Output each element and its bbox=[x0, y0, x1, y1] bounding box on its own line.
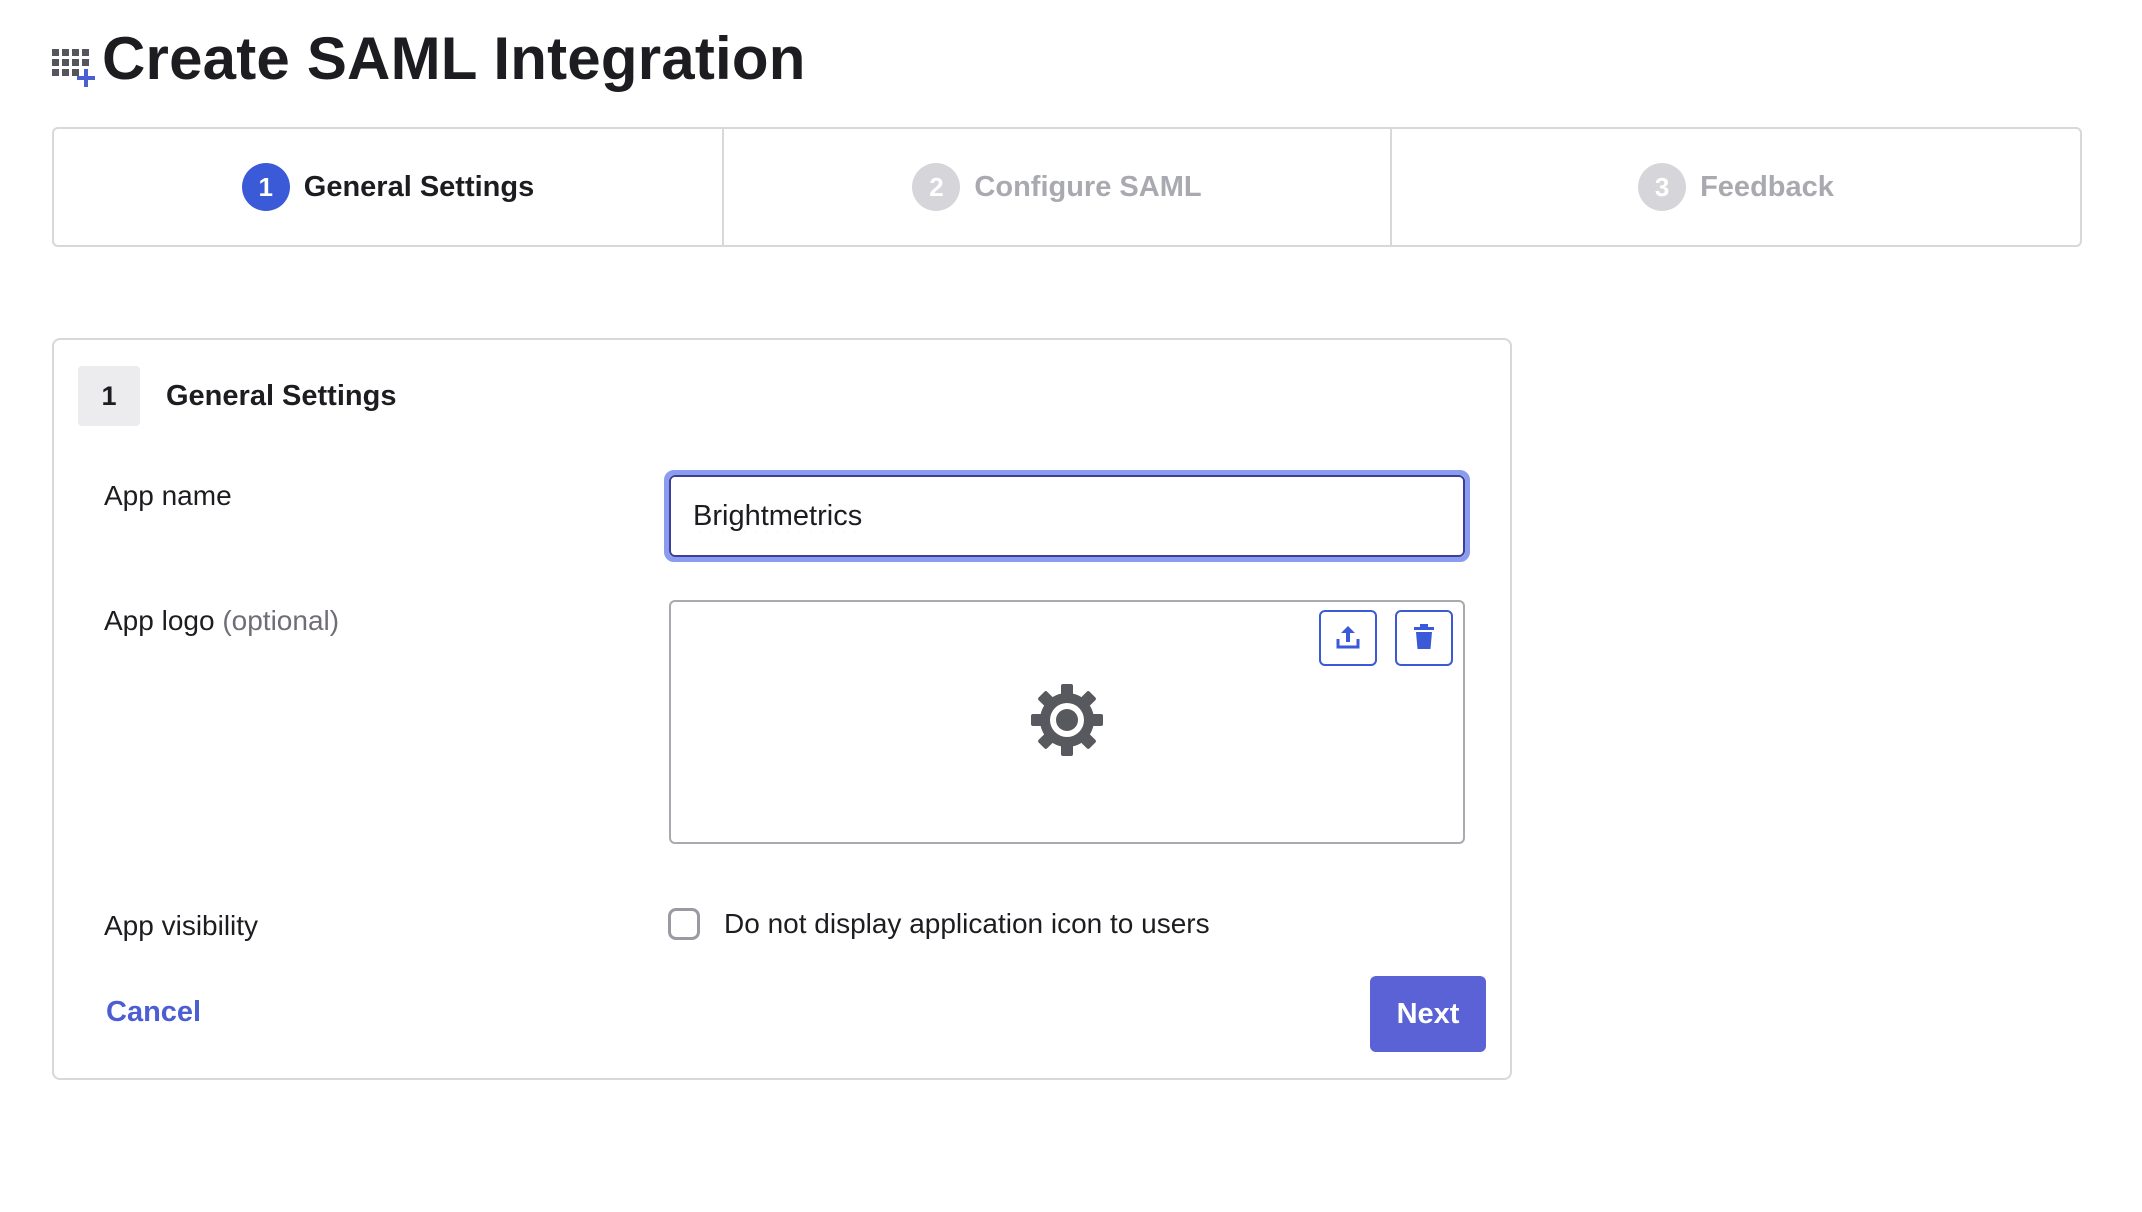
page: Create SAML Integration 1 General Settin… bbox=[0, 0, 2142, 1212]
app-visibility-label: App visibility bbox=[104, 910, 259, 941]
step-label: Configure SAML bbox=[974, 170, 1202, 203]
app-logo-dropzone[interactable] bbox=[669, 600, 1465, 844]
section-number: 1 bbox=[78, 366, 140, 426]
hide-icon-checkbox[interactable] bbox=[668, 908, 700, 940]
step-general-settings: 1 General Settings bbox=[54, 129, 722, 245]
app-logo-label-text: App logo bbox=[104, 605, 215, 636]
upload-icon bbox=[1334, 623, 1362, 654]
step-label: General Settings bbox=[303, 170, 535, 203]
general-settings-card: 1 General Settings App name App logo (op… bbox=[52, 338, 1512, 1080]
section-title: General Settings bbox=[166, 379, 397, 412]
trash-icon bbox=[1412, 623, 1436, 654]
page-title: Create SAML Integration bbox=[102, 25, 806, 92]
section-header: 1 General Settings bbox=[78, 366, 396, 426]
page-header: Create SAML Integration bbox=[50, 24, 806, 94]
app-name-focus-ring bbox=[664, 470, 1470, 562]
cancel-link[interactable]: Cancel bbox=[106, 996, 201, 1029]
hide-icon-checkbox-label[interactable]: Do not display application icon to users bbox=[724, 908, 1210, 940]
next-button[interactable]: Next bbox=[1370, 976, 1486, 1052]
step-number: 1 bbox=[241, 163, 290, 211]
wizard-stepper: 1 General Settings 2 Configure SAML 3 Fe… bbox=[52, 127, 2082, 247]
step-number: 2 bbox=[912, 163, 961, 211]
app-name-input[interactable] bbox=[669, 475, 1465, 557]
upload-logo-button[interactable] bbox=[1319, 610, 1377, 666]
step-feedback: 3 Feedback bbox=[1390, 129, 2080, 245]
step-label: Feedback bbox=[1700, 170, 1834, 203]
delete-logo-button[interactable] bbox=[1395, 610, 1453, 666]
optional-hint: (optional) bbox=[222, 605, 340, 636]
app-name-label: App name bbox=[104, 480, 232, 511]
step-configure-saml: 2 Configure SAML bbox=[722, 129, 1390, 245]
step-number: 3 bbox=[1638, 163, 1687, 211]
hide-icon-option: Do not display application icon to users bbox=[668, 908, 1210, 940]
app-logo-label: App logo (optional) bbox=[104, 605, 339, 637]
gear-icon bbox=[1029, 682, 1105, 758]
app-grid-add-icon bbox=[50, 31, 102, 87]
